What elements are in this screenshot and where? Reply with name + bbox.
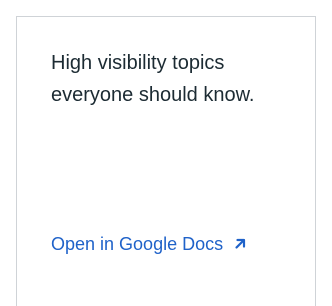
open-in-google-docs-link[interactable]: Open in Google Docs [51,231,247,257]
link-label: Open in Google Docs [51,234,224,254]
topic-card: High visibility topics everyone should k… [16,16,316,306]
arrow-up-right-icon [233,237,247,251]
card-description: High visibility topics everyone should k… [51,52,255,106]
